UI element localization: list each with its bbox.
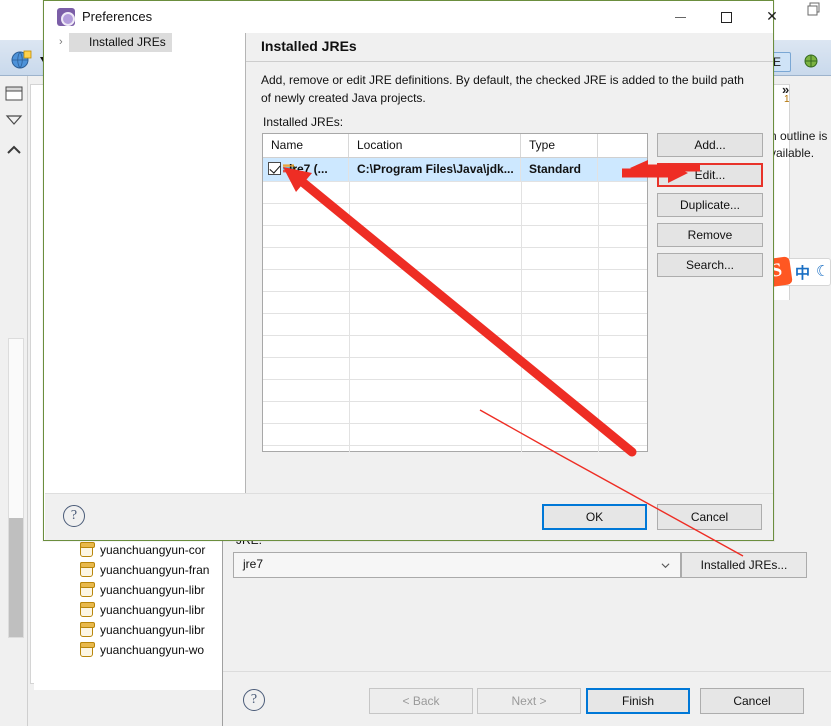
list-item[interactable]: yuanchuangyun-libr <box>34 620 234 640</box>
jar-icon <box>80 622 95 637</box>
preferences-gear-icon <box>57 8 75 26</box>
cell-extra <box>598 158 647 181</box>
ok-button[interactable]: OK <box>542 504 647 530</box>
column-header-extra[interactable] <box>598 134 647 157</box>
chevron-down-icon <box>661 563 670 569</box>
debug-bug-icon[interactable] <box>802 52 820 70</box>
page-description: Add, remove or edit JRE definitions. By … <box>261 73 744 105</box>
table-empty-row-divider <box>263 445 647 446</box>
table-empty-row-divider <box>263 203 647 204</box>
chevron-right-icon[interactable]: › <box>59 36 69 49</box>
installed-jres-label: Installed JREs: <box>263 115 344 129</box>
column-header-name[interactable]: Name <box>263 134 349 157</box>
table-empty-row-divider <box>263 225 647 226</box>
ime-mode-icon[interactable]: ☾ <box>816 262 829 280</box>
preferences-page-panel: Installed JREs Add, remove or edit JRE d… <box>245 33 773 493</box>
maximize-button[interactable] <box>703 1 749 32</box>
back-button[interactable]: < Back <box>369 688 473 714</box>
list-item-label: yuanchuangyun-wo <box>100 643 205 657</box>
cancel-button[interactable]: Cancel <box>657 504 762 530</box>
finish-button[interactable]: Finish <box>586 688 690 714</box>
outline-empty-message: n outline is vailable. <box>770 129 828 160</box>
list-item[interactable]: yuanchuangyun-wo <box>34 640 234 660</box>
chevron-down-icon[interactable] <box>4 110 24 130</box>
jar-icon <box>80 542 95 557</box>
cell-location: C:\Program Files\Java\jdk... <box>349 158 521 181</box>
ime-language-icon[interactable]: 中 <box>795 262 810 283</box>
page-title: Installed JREs <box>261 38 357 54</box>
list-item-label: yuanchuangyun-cor <box>100 543 206 557</box>
close-button[interactable]: ✕ <box>749 1 795 32</box>
column-header-type[interactable]: Type <box>521 134 598 157</box>
list-item-label: yuanchuangyun-libr <box>100 603 205 617</box>
wizard-footer: ? < Back Next > Finish Cancel <box>223 671 831 726</box>
table-empty-row-divider <box>263 357 647 358</box>
list-item-label: yuanchuangyun-libr <box>100 623 205 637</box>
jre-combo-value: jre7 <box>243 557 264 571</box>
help-icon: ? <box>63 505 85 527</box>
table-empty-row-divider <box>263 269 647 270</box>
copy-icon <box>807 2 820 16</box>
list-item[interactable]: yuanchuangyun-libr <box>34 580 234 600</box>
preferences-footer: ? OK Cancel <box>45 493 773 540</box>
jar-icon <box>80 582 95 597</box>
column-header-location[interactable]: Location <box>349 134 521 157</box>
table-header-row: Name Location Type <box>263 134 647 158</box>
collapse-up-icon[interactable] <box>4 140 24 160</box>
help-icon: ? <box>243 689 265 711</box>
list-item[interactable]: yuanchuangyun-cor <box>34 540 234 560</box>
table-empty-row-divider <box>263 291 647 292</box>
add-button[interactable]: Add... <box>657 133 763 157</box>
table-empty-row-divider <box>263 379 647 380</box>
duplicate-button[interactable]: Duplicate... <box>657 193 763 217</box>
cell-type: Standard <box>521 158 598 181</box>
page-header: Installed JREs <box>246 33 773 62</box>
package-explorer-tree: spring-web-4.3.3.REL yuanchuangyun-cor y… <box>34 520 234 690</box>
table-empty-row-divider <box>263 247 647 248</box>
window-title: Preferences <box>82 9 153 24</box>
installed-jres-table[interactable]: Name Location Type jre7 (... C:\Program … <box>262 133 648 452</box>
list-item-label: yuanchuangyun-fran <box>100 563 210 577</box>
table-empty-row-divider <box>263 313 647 314</box>
screenshot-root: va EE ˅ yuanchuangyun-mars-4... j sp <box>0 0 831 726</box>
ide-left-rail: ˅ <box>0 76 28 726</box>
list-item[interactable]: yuanchuangyun-libr <box>34 600 234 620</box>
installed-jres-button[interactable]: Installed JREs... <box>681 552 807 578</box>
preferences-tree-panel: › Installed JREs <box>45 33 245 493</box>
help-button[interactable]: ? <box>243 689 265 711</box>
table-empty-row-divider <box>263 423 647 424</box>
preferences-dialog: Preferences ✕ › Installed JREs Installed… <box>43 0 778 541</box>
help-button[interactable]: ? <box>63 505 85 527</box>
edit-button[interactable]: Edit... <box>657 163 763 187</box>
tree-item-installed-jres[interactable]: Installed JREs <box>69 33 172 52</box>
remove-button[interactable]: Remove <box>657 223 763 247</box>
search-button[interactable]: Search... <box>657 253 763 277</box>
jar-icon <box>80 602 95 617</box>
cancel-button[interactable]: Cancel <box>700 688 804 714</box>
preferences-title-bar: Preferences ✕ <box>44 1 778 33</box>
jar-icon <box>80 562 95 577</box>
jar-icon <box>80 642 95 657</box>
rail-scrollbar[interactable] <box>8 338 24 638</box>
cell-name: jre7 (... <box>263 158 349 181</box>
list-item-label: yuanchuangyun-libr <box>100 583 205 597</box>
restore-view-icon[interactable] <box>4 84 24 104</box>
list-item[interactable]: yuanchuangyun-fran <box>34 560 234 580</box>
table-empty-row-divider <box>263 401 647 402</box>
next-button[interactable]: Next > <box>477 688 581 714</box>
minimize-button[interactable] <box>657 1 703 32</box>
table-empty-row-divider <box>263 181 647 182</box>
table-empty-row-divider <box>263 335 647 336</box>
jre-combo[interactable]: jre7 <box>233 552 681 578</box>
table-row[interactable]: jre7 (... C:\Program Files\Java\jdk... S… <box>263 158 647 181</box>
more-tabs-count: 1 <box>784 94 790 105</box>
